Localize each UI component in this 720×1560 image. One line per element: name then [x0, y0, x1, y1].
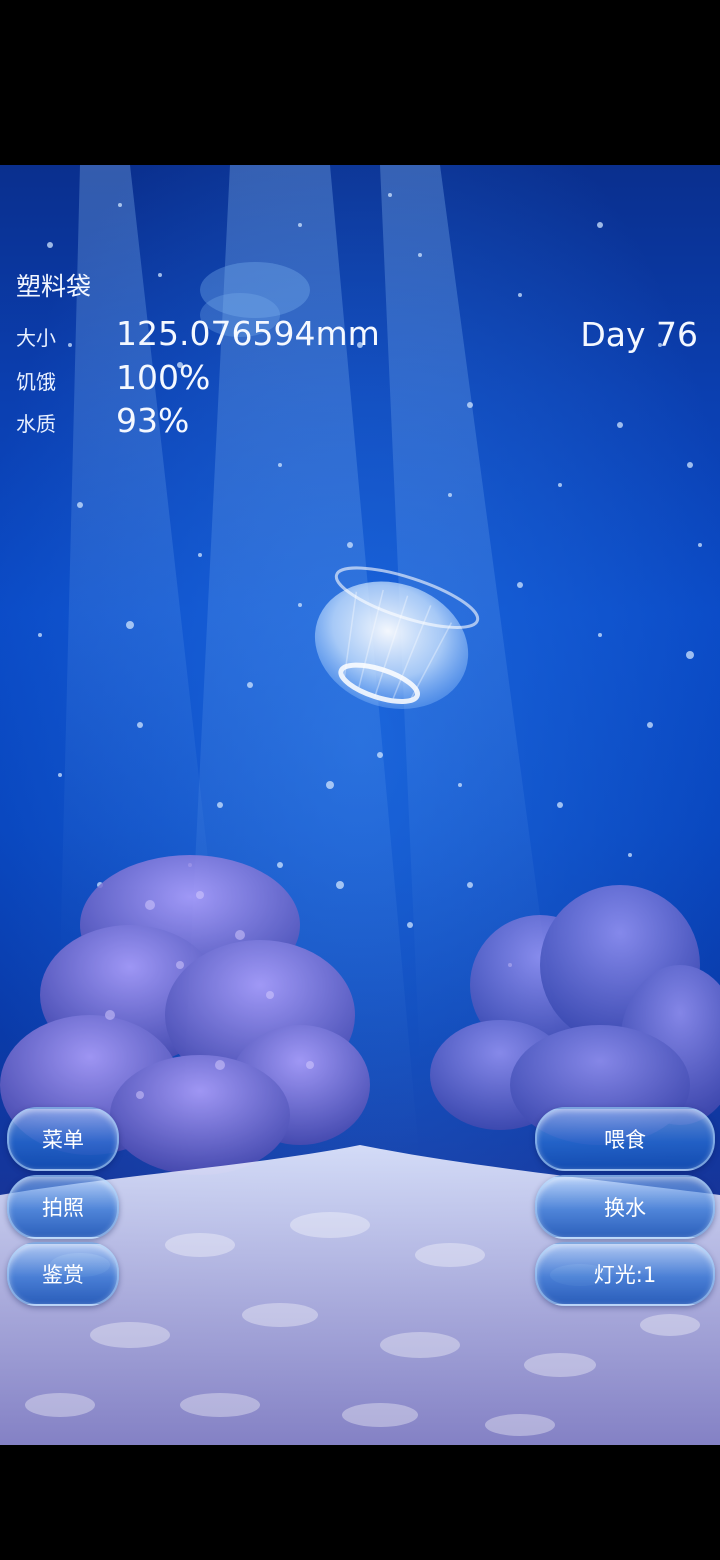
aquarium-scene[interactable]: 塑料袋 大小 125.076594mm Day 76 饥饿 100% 水质 93… — [0, 165, 720, 1445]
change-water-button[interactable]: 换水 — [535, 1175, 715, 1239]
stats-panel: 塑料袋 大小 125.076594mm Day 76 饥饿 100% 水质 93… — [0, 165, 720, 465]
day-counter: Day 76 — [580, 315, 698, 354]
top-black-bar — [0, 0, 720, 165]
jellyfish-name: 塑料袋 — [16, 272, 92, 301]
feed-button[interactable]: 喂食 — [535, 1107, 715, 1171]
size-value: 125.076594mm — [116, 314, 380, 353]
menu-button[interactable]: 菜单 — [7, 1107, 119, 1171]
photo-button[interactable]: 拍照 — [7, 1175, 119, 1239]
hunger-label: 饥饿 — [16, 370, 56, 394]
bottom-black-bar — [0, 1445, 720, 1560]
light-button[interactable]: 灯光:1 — [535, 1242, 715, 1306]
hunger-value: 100% — [116, 358, 211, 397]
gallery-button[interactable]: 鉴赏 — [7, 1242, 119, 1306]
size-label: 大小 — [16, 326, 56, 350]
water-quality-label: 水质 — [16, 412, 56, 436]
water-quality-value: 93% — [116, 401, 190, 440]
